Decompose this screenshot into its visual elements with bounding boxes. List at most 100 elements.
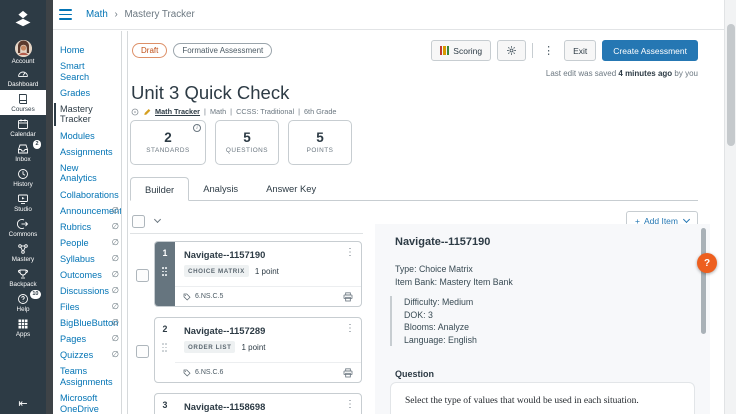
- course-nav-announcements[interactable]: Announcements∅: [53, 203, 121, 219]
- global-nav-studio[interactable]: Studio: [0, 190, 46, 215]
- info-icon[interactable]: i: [193, 124, 201, 132]
- window-scrollbar[interactable]: [724, 0, 736, 414]
- create-assessment-button[interactable]: Create Assessment: [602, 40, 698, 61]
- hidden-eye-icon: ∅: [112, 301, 119, 311]
- tab-answer-key[interactable]: Answer Key: [252, 176, 330, 200]
- detail-attributes: Difficulty: Medium DOK: 3 Blooms: Analyz…: [390, 296, 477, 346]
- global-nav-help[interactable]: 10 Help: [0, 290, 46, 315]
- hidden-eye-icon: ∅: [112, 221, 119, 231]
- global-nav-backpack[interactable]: Backpack: [0, 265, 46, 290]
- scoring-bars-icon: [440, 46, 450, 55]
- print-icon[interactable]: [343, 368, 353, 378]
- more-options-button[interactable]: ⋮: [539, 44, 558, 57]
- course-nav-collaborations[interactable]: Collaborations: [53, 187, 121, 203]
- course-nav-modules[interactable]: Modules: [53, 128, 121, 144]
- global-nav-label: Calendar: [10, 131, 36, 138]
- course-nav-grades[interactable]: Grades: [53, 85, 121, 101]
- course-nav-home[interactable]: Home: [53, 42, 121, 58]
- global-nav-apps[interactable]: Apps: [0, 315, 46, 340]
- global-nav-inbox[interactable]: 2 Inbox: [0, 140, 46, 165]
- hidden-eye-icon: ∅: [112, 333, 119, 343]
- item-title: Navigate--1157190: [184, 249, 353, 260]
- course-nav-new-analytics[interactable]: New Analytics: [53, 160, 121, 187]
- global-nav-calendar[interactable]: Calendar: [0, 115, 46, 140]
- exit-button[interactable]: Exit: [564, 40, 596, 61]
- studio-monitor-icon: [17, 193, 29, 205]
- select-menu-chevron-icon[interactable]: [154, 216, 161, 223]
- hamburger-menu-icon[interactable]: [59, 9, 72, 19]
- select-all-checkbox[interactable]: [132, 215, 145, 228]
- global-nav-scrollbar[interactable]: [46, 0, 53, 414]
- settings-button[interactable]: [497, 40, 526, 61]
- global-nav-history[interactable]: History: [0, 165, 46, 190]
- course-nav-pages[interactable]: Pages∅: [53, 331, 121, 347]
- course-nav-teams-assignments[interactable]: Teams Assignments: [53, 363, 121, 390]
- item-footer: 6.NS.C.5: [175, 286, 361, 306]
- scoring-button[interactable]: Scoring: [431, 40, 491, 61]
- question-card-3[interactable]: 3 Navigate--1158698 ⋮: [154, 393, 362, 414]
- tracker-link[interactable]: Math Tracker: [155, 107, 200, 116]
- item-standard: 6.NS.C.6: [195, 369, 223, 376]
- help-badge: 10: [30, 290, 41, 299]
- help-fab-button[interactable]: ?: [697, 253, 717, 273]
- tab-builder[interactable]: Builder: [130, 177, 189, 201]
- item-menu-button[interactable]: ⋮: [345, 399, 355, 410]
- global-nav-dashboard[interactable]: Dashboard: [0, 65, 46, 90]
- global-nav-label: Backpack: [9, 281, 36, 288]
- course-nav-bigbluebutton[interactable]: BigBlueButton∅: [53, 315, 121, 331]
- course-nav-microsoft-onedrive[interactable]: Microsoft OneDrive: [53, 390, 121, 414]
- tab-analysis[interactable]: Analysis: [189, 176, 252, 200]
- global-nav-courses[interactable]: Courses: [0, 90, 46, 115]
- course-nav-syllabus[interactable]: Syllabus∅: [53, 251, 121, 267]
- item-type-badge: CHOICE MATRIX: [184, 265, 249, 277]
- hidden-eye-icon: ∅: [112, 253, 119, 263]
- meta-separator: |: [298, 107, 300, 116]
- item-menu-button[interactable]: ⋮: [345, 323, 355, 334]
- window-scrollbar-thumb[interactable]: [727, 24, 735, 146]
- instructure-logo[interactable]: [0, 0, 46, 40]
- global-nav-account[interactable]: Account: [0, 40, 46, 65]
- item-menu-button[interactable]: ⋮: [345, 247, 355, 258]
- item-body: Navigate--1158698 ⋮: [175, 394, 361, 414]
- course-nav-people[interactable]: People∅: [53, 235, 121, 251]
- item-type-badge: ORDER LIST: [184, 341, 235, 353]
- drag-handle-icon[interactable]: [162, 267, 168, 278]
- global-nav-commons[interactable]: Commons: [0, 215, 46, 240]
- item-1-checkbox[interactable]: [136, 269, 149, 282]
- drag-handle-icon[interactable]: [162, 343, 168, 354]
- global-nav-mastery[interactable]: Mastery: [0, 240, 46, 265]
- course-nav-files[interactable]: Files∅: [53, 299, 121, 315]
- item-number: 3: [163, 400, 168, 410]
- course-nav-mastery-tracker[interactable]: Mastery Tracker: [53, 101, 121, 128]
- item-number: 1: [163, 248, 168, 258]
- backpack-trophy-icon: [17, 268, 29, 280]
- content-tabs: Builder Analysis Answer Key: [130, 177, 698, 201]
- header-actions: Scoring ⋮ Exit Create Assessment: [431, 40, 698, 61]
- global-nav-label: Commons: [9, 231, 38, 238]
- item-2-checkbox[interactable]: [136, 345, 149, 358]
- course-nav-quizzes[interactable]: Quizzes∅: [53, 347, 121, 363]
- collapse-nav-icon[interactable]: ⇤: [0, 397, 46, 410]
- help-question-icon: [17, 293, 29, 305]
- detail-panel-scrollbar[interactable]: [701, 228, 706, 334]
- instructure-logo-icon: [13, 10, 33, 30]
- question-card-1[interactable]: 1 Navigate--1157190 ⋮ CHOICE MATRIX 1 po…: [154, 241, 362, 307]
- detail-language: Language: English: [404, 334, 477, 347]
- hidden-eye-icon: ∅: [112, 317, 119, 327]
- course-nav-discussions[interactable]: Discussions∅: [53, 283, 121, 299]
- global-nav-label: Dashboard: [8, 81, 39, 88]
- item-footer: 6.NS.C.6: [175, 362, 361, 382]
- course-nav-rubrics[interactable]: Rubrics∅: [53, 219, 121, 235]
- item-detail-panel: Navigate--1157190 Type: Choice Matrix It…: [375, 224, 710, 414]
- question-card-2[interactable]: 2 Navigate--1157289 ⋮ ORDER LIST 1 point…: [154, 317, 362, 383]
- course-nav-assignments[interactable]: Assignments: [53, 144, 121, 160]
- print-icon[interactable]: [343, 292, 353, 302]
- breadcrumb-course-link[interactable]: Math: [86, 9, 108, 20]
- course-nav-smart-search[interactable]: Smart Search: [53, 58, 121, 85]
- item-points: 1 point: [241, 343, 265, 352]
- meta-standards-set: CCSS: Traditional: [236, 107, 294, 116]
- course-nav-outcomes[interactable]: Outcomes∅: [53, 267, 121, 283]
- standard-tag-icon: [183, 369, 191, 377]
- global-nav-label: Studio: [14, 206, 32, 213]
- gear-icon: [506, 45, 517, 56]
